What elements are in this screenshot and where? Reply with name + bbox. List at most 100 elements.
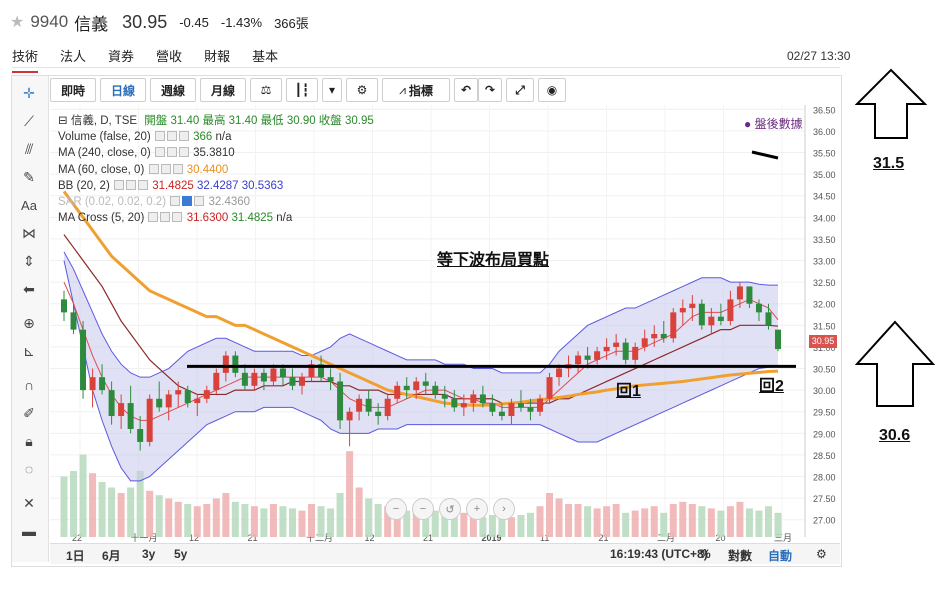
tab-revenue[interactable]: 營收 [156,46,182,73]
candle-body [165,394,172,408]
volume-bar [374,504,382,537]
pattern-icon[interactable]: ⋈ [18,222,40,244]
auto-toggle[interactable]: 自動 [768,547,792,564]
fullscreen-icon[interactable]: ⤢ [506,78,534,102]
scroll-right-icon[interactable]: › [493,498,515,520]
magnet-icon[interactable]: ∩ [18,374,40,396]
candle-body [746,286,753,304]
legend-row-volume: Volume (false, 20) 366 n/a [58,129,374,145]
interval-realtime-button[interactable]: 即時 [50,78,96,102]
lock-drawing-icon[interactable]: ✐ [18,402,40,424]
volume-bar [507,517,515,537]
volume-bar [774,512,782,537]
candle-body [203,390,210,399]
indicators-button[interactable]: ⩘ 指標 [382,78,450,102]
log-toggle[interactable]: 對數 [728,547,752,564]
pitchfork-icon[interactable]: ⫻ [18,138,40,160]
trendline-icon[interactable]: ⟋ [18,110,40,132]
tab-margin[interactable]: 資券 [108,46,134,73]
tab-institutional[interactable]: 法人 [60,46,86,73]
volume-bar [165,498,173,537]
hide-icon[interactable]: ◌ [18,458,40,480]
ruler-icon[interactable]: ⊾ [18,340,40,362]
volume-bar [517,515,525,537]
y-tick-label: 32.50 [813,278,836,288]
volume-bar [622,512,630,537]
volume-bar [269,504,277,537]
zoom-icon[interactable]: ⊕ [18,312,40,334]
after-hours-link[interactable]: ● 盤後數據 [744,115,803,132]
y-tick-label: 29.00 [813,429,836,439]
candle-body [765,312,772,326]
lock-icon[interactable]: 🔒︎ [18,430,40,452]
level-upper-label: 31.5 [873,155,905,172]
range-5y[interactable]: 5y [174,547,187,561]
zoom-in-icon[interactable]: + [466,498,488,520]
volume-bar [308,504,316,537]
chevron-down-icon[interactable]: ▾ [322,78,342,102]
legend-label: Volume (false, 20) [58,131,151,144]
percent-toggle[interactable]: % [700,547,711,561]
settings-tools-icon[interactable]: ✕ [18,492,40,514]
zoom-out-icon[interactable]: − [385,498,407,520]
price-change: -0.45 [179,14,209,30]
star-icon[interactable]: ★ [10,12,24,32]
range-6m[interactable]: 6月 [102,547,121,564]
arrow-left-icon[interactable]: ⬅ [18,278,40,300]
crosshair-icon[interactable]: ✛ [18,82,40,104]
interval-monthly-button[interactable]: 月線 [200,78,246,102]
interval-weekly-button[interactable]: 週線 [150,78,196,102]
redo-icon[interactable]: ↷ [478,78,502,102]
candle-body [508,403,515,417]
candle-body [108,390,115,417]
text-icon[interactable]: Aa [18,194,40,216]
annotation-buy-point: 等下波布局買點 [437,252,550,269]
volume-bar [193,506,201,537]
range-1d[interactable]: 1日 [66,547,85,564]
measure-icon[interactable]: ⇕ [18,250,40,272]
volume-bar [79,454,87,537]
candle-type-icon[interactable]: ┃┇ [286,78,318,102]
candle-body [118,403,125,417]
candle-body [489,403,496,412]
camera-icon[interactable]: ◉ [538,78,566,102]
stock-header: ★ 9940 信義 30.95 -0.45 -1.43% 366張 [10,10,309,34]
tab-financials[interactable]: 財報 [204,46,230,73]
legend-title-row: ⊟ 信義, D, TSE 開盤 31.40 最高 31.40 最低 30.90 … [58,113,374,129]
trash-icon[interactable]: ▬ [18,520,40,542]
trade-volume: 366張 [274,15,309,31]
candle-body [175,390,182,395]
candle-body [241,372,248,386]
candle-body [517,403,524,408]
volume-bar [98,482,106,537]
reset-icon[interactable]: ↺ [439,498,461,520]
y-tick-label: 27.00 [813,516,836,526]
legend-ohlc: 開盤 31.40 最高 31.40 最低 30.90 收盤 30.95 [144,115,374,127]
range-3y[interactable]: 3y [142,547,155,561]
volume-bar [565,504,573,537]
up-arrow-lower [855,320,935,407]
gear-icon[interactable]: ⚙ [346,78,378,102]
volume-bar [688,504,696,537]
brush-icon[interactable]: ✎ [18,166,40,188]
volume-bar [260,508,268,537]
volume-bar [70,471,78,537]
undo-icon[interactable]: ↶ [454,78,478,102]
candle-body [689,303,696,309]
tab-technical[interactable]: 技術 [12,46,39,73]
interval-daily-button[interactable]: 日線 [100,78,146,102]
compare-icon[interactable]: ⚖ [250,78,282,102]
volume-bar [546,493,554,537]
legend-value: n/a [215,131,232,144]
candle-body [232,355,239,373]
volume-bar [174,501,182,537]
minus-icon[interactable]: ⊟ [58,115,68,127]
tab-basic[interactable]: 基本 [252,46,278,73]
candle-body [632,346,639,360]
candle-body [222,355,229,373]
candle-body [527,407,534,412]
volume-bar [603,506,611,537]
zoom-out-small-icon[interactable]: − [412,498,434,520]
datetime: 02/27 13:30 [787,49,851,63]
gear-icon[interactable]: ⚙ [816,547,827,561]
